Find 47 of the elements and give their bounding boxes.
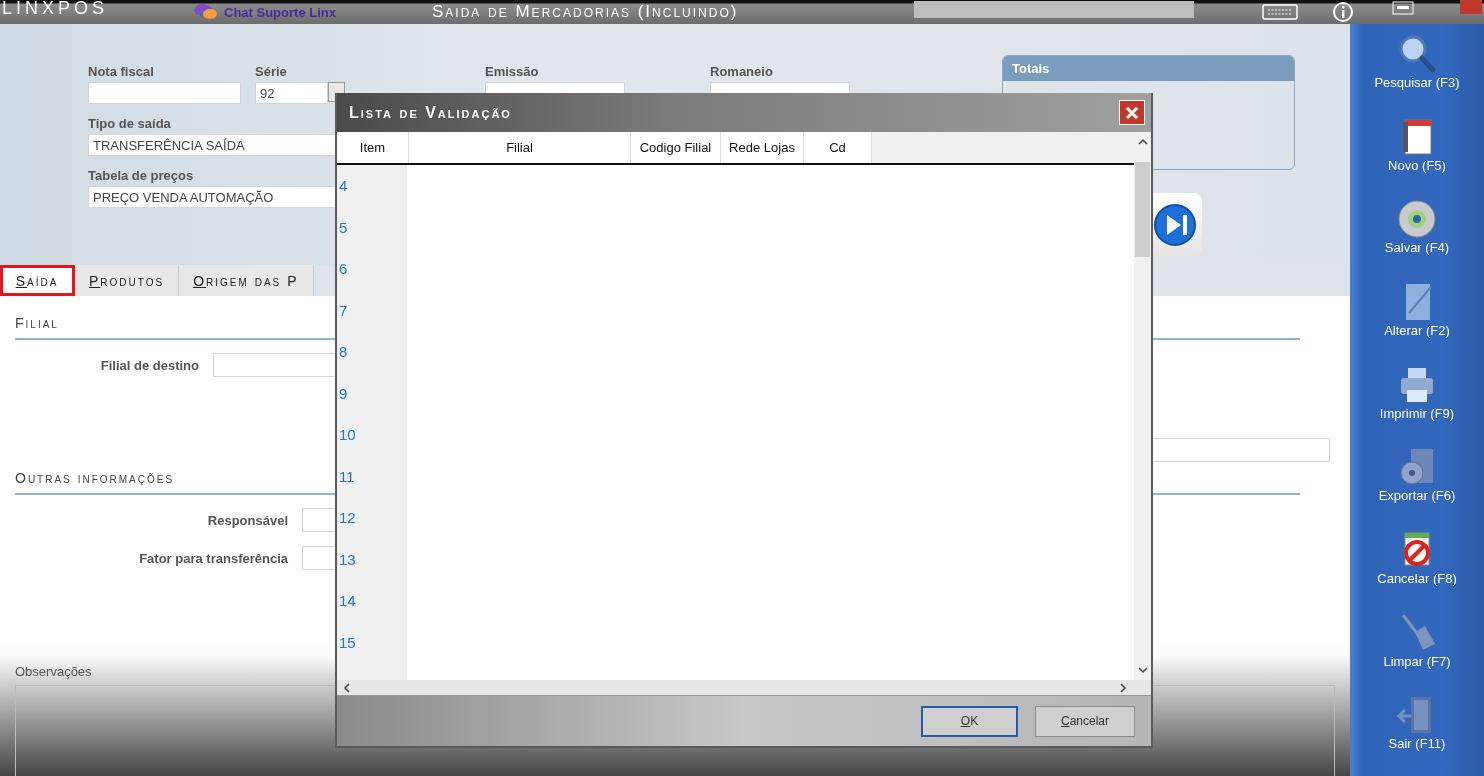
toolbar-button[interactable]: Novo (F5) bbox=[1352, 114, 1482, 198]
column-header[interactable]: Item bbox=[337, 132, 409, 163]
field-label: Romaneio bbox=[710, 64, 774, 79]
toolbar-button[interactable]: Sair (F11) bbox=[1352, 693, 1482, 776]
ok-button[interactable]: OK bbox=[921, 705, 1018, 737]
row-number[interactable]: 11 bbox=[337, 455, 407, 497]
field-label: Responsável bbox=[206, 512, 288, 528]
row-number[interactable]: 9 bbox=[337, 372, 407, 414]
field-label: Nota fiscal bbox=[88, 64, 155, 79]
field-label: Tipo de saída bbox=[88, 116, 172, 131]
window-title: Saida de Mercadorias (Incluindo) bbox=[432, 3, 740, 21]
panel-title: Totais bbox=[1012, 61, 1050, 76]
toolbar-button[interactable]: Pesquisar (F3) bbox=[1352, 32, 1482, 115]
toolbar-button[interactable]: Cancelar (F8) bbox=[1352, 528, 1482, 611]
row-number[interactable]: 6 bbox=[337, 248, 407, 290]
column-header[interactable]: Codigo Filial bbox=[631, 132, 721, 163]
toolbar-button[interactable]: Imprimir (F9) bbox=[1352, 362, 1482, 446]
toolbar-button[interactable]: Alterar (F2) bbox=[1352, 280, 1482, 363]
toolbar-button[interactable]: Salvar (F4) bbox=[1352, 197, 1482, 280]
input-field[interactable]: 92 bbox=[255, 82, 329, 104]
row-number[interactable]: 7 bbox=[337, 289, 407, 331]
row-number[interactable]: 13 bbox=[337, 538, 407, 580]
field-label: Fator para transferência bbox=[138, 550, 288, 566]
cancel-button[interactable]: Cancelar bbox=[1035, 705, 1135, 737]
row-number[interactable]: 10 bbox=[337, 414, 407, 456]
section-title: Filial bbox=[15, 315, 59, 331]
row-number[interactable]: 12 bbox=[337, 497, 407, 539]
row-number[interactable]: 5 bbox=[337, 206, 407, 248]
section-title: Outras informações bbox=[15, 470, 175, 486]
column-header[interactable]: Filial bbox=[409, 132, 631, 163]
row-number[interactable]: 14 bbox=[337, 580, 407, 622]
tab[interactable]: Produtos bbox=[75, 265, 180, 296]
column-header[interactable]: Cd bbox=[804, 132, 872, 163]
field-label: Observações bbox=[15, 664, 92, 679]
toolbar-button[interactable]: Limpar (F7) bbox=[1352, 610, 1482, 694]
dialog-title: Lista de Validação bbox=[349, 103, 512, 122]
field-label: Emissão bbox=[485, 64, 540, 79]
field-label: Tabela de preços bbox=[88, 168, 195, 183]
app-logo: LINXPOS bbox=[2, 0, 110, 17]
row-number[interactable]: 15 bbox=[337, 621, 407, 663]
row-number[interactable]: 8 bbox=[337, 331, 407, 373]
column-header[interactable]: Rede Lojas bbox=[721, 132, 804, 163]
tab[interactable]: Origem das P bbox=[179, 265, 314, 296]
toolbar-button[interactable]: Exportar (F6) bbox=[1352, 445, 1482, 529]
field-label: Filial de destino bbox=[99, 357, 199, 373]
field-label: Série bbox=[255, 64, 288, 79]
tab[interactable]: Saída bbox=[0, 265, 75, 296]
